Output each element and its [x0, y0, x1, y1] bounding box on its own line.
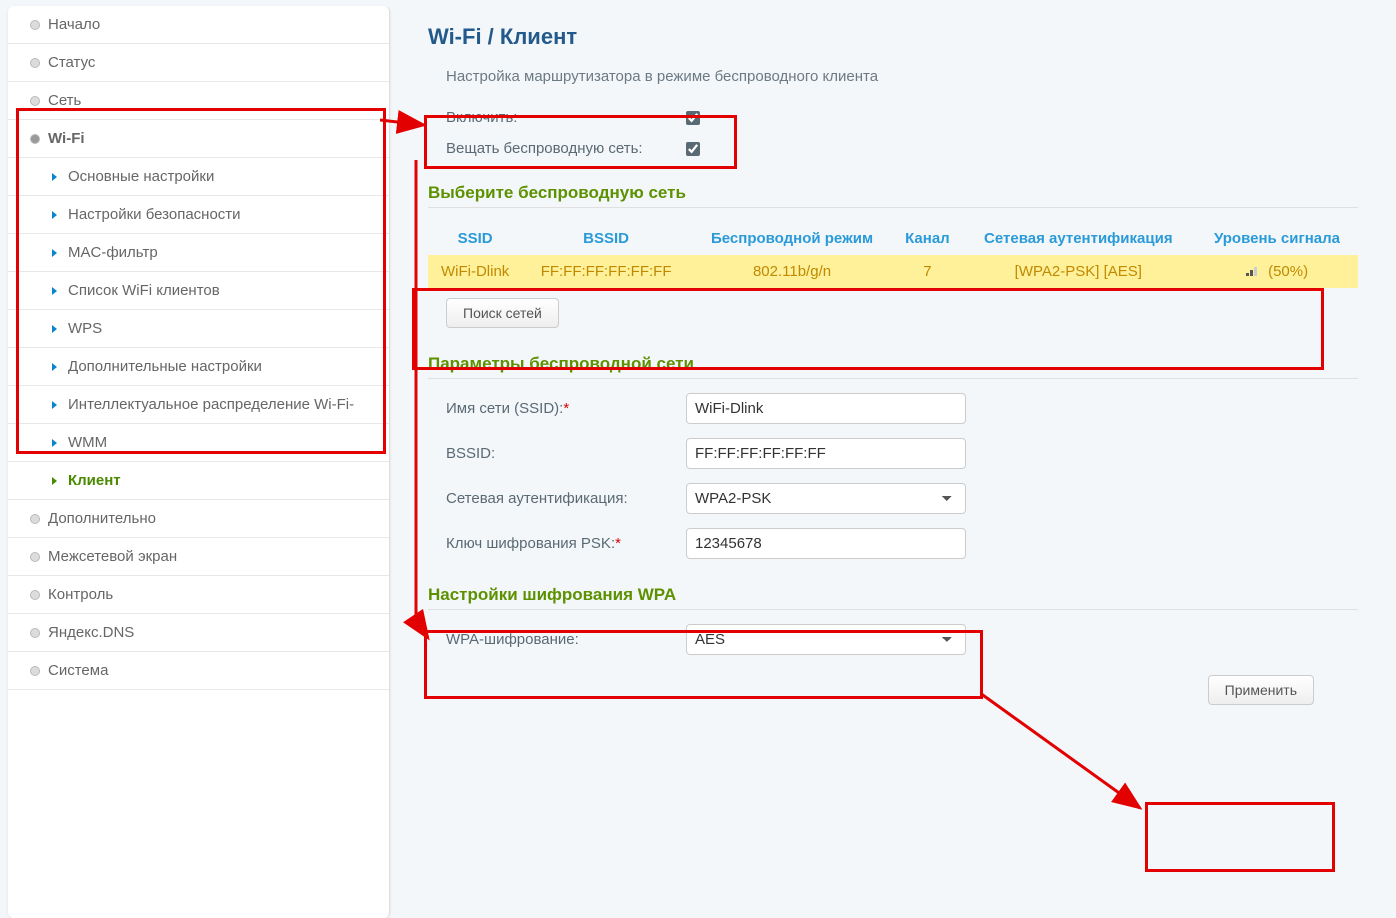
network-row[interactable]: WiFi-Dlink FF:FF:FF:FF:FF:FF 802.11b/g/n… — [428, 255, 1358, 288]
enable-checkbox[interactable] — [686, 111, 700, 125]
psk-label: Ключ шифрования PSK:* — [446, 535, 686, 552]
cell-ssid: WiFi-Dlink — [428, 255, 522, 288]
sub-item-2[interactable]: MAC-фильтр — [8, 234, 389, 272]
search-networks-button[interactable]: Поиск сетей — [446, 298, 559, 328]
auth-field-label: Сетевая аутентификация: — [446, 490, 686, 507]
wpa-enc-label: WPA-шифрование: — [446, 631, 686, 648]
psk-input[interactable] — [686, 528, 966, 559]
signal-icon — [1246, 266, 1260, 276]
nav-item-6[interactable]: Контроль — [8, 576, 389, 614]
nav-item-1[interactable]: Статус — [8, 44, 389, 82]
cell-signal: (50%) — [1196, 255, 1358, 288]
cell-auth: [WPA2-PSK] [AES] — [961, 255, 1196, 288]
sub-item-0[interactable]: Основные настройки — [8, 158, 389, 196]
apply-button[interactable]: Применить — [1208, 675, 1314, 705]
breadcrumb: Wi-Fi / Клиент — [428, 24, 1358, 50]
ssid-label: Имя сети (SSID):* — [446, 400, 686, 417]
nav-item-8[interactable]: Система — [8, 652, 389, 690]
col-auth[interactable]: Сетевая аутентификация — [961, 222, 1196, 255]
nav-item-7[interactable]: Яндекс.DNS — [8, 614, 389, 652]
col-bssid[interactable]: BSSID — [522, 222, 690, 255]
network-table: SSID BSSID Беспроводной режим Канал Сете… — [428, 222, 1358, 288]
sub-item-5[interactable]: Дополнительные настройки — [8, 348, 389, 386]
bssid-input[interactable] — [686, 438, 966, 469]
sub-item-7[interactable]: WMM — [8, 424, 389, 462]
col-ssid[interactable]: SSID — [428, 222, 522, 255]
broadcast-checkbox[interactable] — [686, 142, 700, 156]
sub-item-4[interactable]: WPS — [8, 310, 389, 348]
bssid-field-label: BSSID: — [446, 445, 686, 462]
sub-item-3[interactable]: Список WiFi клиентов — [8, 272, 389, 310]
breadcrumb-client: Клиент — [500, 24, 577, 49]
auth-select[interactable]: WPA2-PSK — [686, 483, 966, 514]
breadcrumb-wifi: Wi-Fi — [428, 24, 482, 49]
col-mode[interactable]: Беспроводной режим — [690, 222, 894, 255]
page-subtitle: Настройка маршрутизатора в режиме беспро… — [446, 68, 1358, 85]
wpa-heading: Настройки шифрования WPA — [428, 585, 1358, 610]
broadcast-label: Вещать беспроводную сеть: — [446, 140, 686, 157]
select-network-heading: Выберите беспроводную сеть — [428, 183, 1358, 208]
nav-item-0[interactable]: Начало — [8, 6, 389, 44]
nav-item-5[interactable]: Межсетевой экран — [8, 538, 389, 576]
col-signal[interactable]: Уровень сигнала — [1196, 222, 1358, 255]
ssid-input[interactable] — [686, 393, 966, 424]
sub-item-8[interactable]: Клиент — [8, 462, 389, 500]
nav-item-3[interactable]: Wi-Fi — [8, 120, 389, 158]
cell-mode: 802.11b/g/n — [690, 255, 894, 288]
sub-item-6[interactable]: Интеллектуальное распределение Wi-Fi- — [8, 386, 389, 424]
cell-bssid: FF:FF:FF:FF:FF:FF — [522, 255, 690, 288]
nav-item-4[interactable]: Дополнительно — [8, 500, 389, 538]
col-channel[interactable]: Канал — [894, 222, 960, 255]
nav-item-2[interactable]: Сеть — [8, 82, 389, 120]
cell-channel: 7 — [894, 255, 960, 288]
sub-item-1[interactable]: Настройки безопасности — [8, 196, 389, 234]
params-heading: Параметры беспроводной сети — [428, 354, 1358, 379]
enable-label: Включить: — [446, 109, 686, 126]
wpa-enc-select[interactable]: AES — [686, 624, 966, 655]
